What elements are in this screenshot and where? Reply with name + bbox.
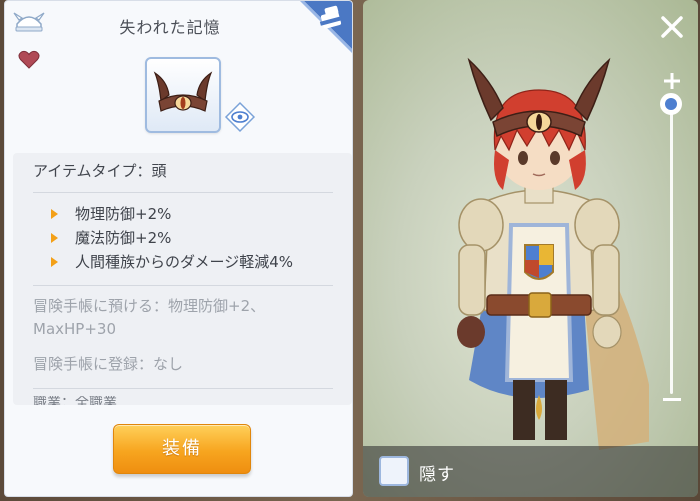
- effect-item: 物理防御+2%: [33, 202, 293, 226]
- hide-checkbox[interactable]: [379, 456, 409, 486]
- zoom-out-icon[interactable]: [663, 398, 681, 401]
- item-title: 失われた記憶: [119, 18, 221, 37]
- bullet-icon: [51, 257, 58, 267]
- item-type-text: アイテムタイプ：頭: [33, 162, 167, 180]
- effect-text: 人間種族からのダメージ軽減4%: [75, 253, 294, 271]
- hide-label: 隠す: [419, 465, 455, 485]
- eye-icon[interactable]: [224, 101, 256, 133]
- divider: [33, 388, 333, 389]
- effect-list: 物理防御+2% 魔法防御+2% 人間種族からのダメージ軽減4%: [33, 202, 293, 274]
- divider: [33, 285, 333, 286]
- effect-text: 魔法防御+2%: [75, 229, 172, 247]
- item-detail-panel: 失われた記憶 アイテムタイプ：頭 物理防御+2% 魔法防御+2% 人間種族からの…: [4, 0, 353, 497]
- bullet-icon: [51, 233, 58, 243]
- effect-text: 物理防御+2%: [75, 205, 172, 223]
- effect-item: 人間種族からのダメージ軽減4%: [33, 250, 293, 274]
- register-text: 冒険手帳に登録：なし: [33, 355, 184, 373]
- item-thumbnail[interactable]: [145, 57, 221, 133]
- character-model[interactable]: [429, 50, 659, 454]
- zoom-slider-knob[interactable]: [660, 93, 682, 115]
- close-icon[interactable]: [659, 14, 685, 40]
- truncated-text: 職業：全職業: [33, 396, 117, 405]
- bullet-icon: [51, 209, 58, 219]
- equip-button[interactable]: 装備: [113, 424, 251, 474]
- hide-toggle-bar: 隠す: [363, 446, 698, 497]
- heart-icon[interactable]: [18, 50, 40, 70]
- zoom-slider-track[interactable]: [670, 104, 673, 394]
- divider: [33, 192, 333, 193]
- zoom-in-icon[interactable]: [663, 72, 681, 90]
- character-preview-panel: 隠す: [363, 0, 698, 497]
- ribbon-corner-icon[interactable]: [288, 1, 352, 65]
- effect-item: 魔法防御+2%: [33, 226, 293, 250]
- deposit-text: 冒険手帳に預ける：物理防御+2、MaxHP+30: [33, 297, 266, 338]
- item-info-box: アイテムタイプ：頭 物理防御+2% 魔法防御+2% 人間種族からのダメージ軽減4…: [13, 153, 352, 405]
